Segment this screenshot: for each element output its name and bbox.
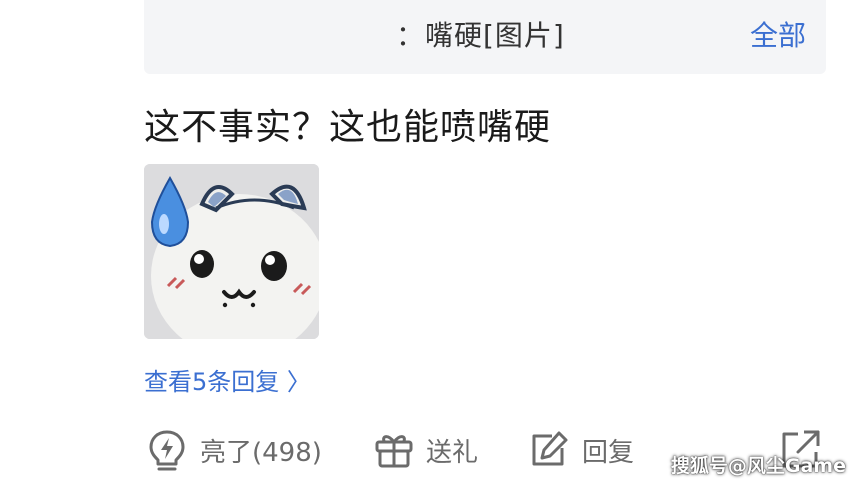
- like-button[interactable]: 亮了(498): [146, 426, 322, 474]
- lightbulb-icon: [146, 428, 188, 472]
- edit-icon: [528, 430, 570, 470]
- quoted-comment-text: ：嘴硬[图片]: [396, 19, 565, 52]
- hamster-sweat-sticker-icon: [144, 164, 319, 339]
- gift-label: 送礼: [426, 437, 479, 468]
- view-replies-link[interactable]: 查看5条回复 〉: [144, 362, 311, 397]
- reply-label: 回复: [582, 437, 635, 468]
- gift-button[interactable]: 送礼: [374, 426, 478, 474]
- watermark: 搜狐号@风尘Game: [670, 455, 846, 477]
- like-count-label: 亮了(498): [200, 437, 322, 468]
- view-all-link[interactable]: 全部: [750, 14, 806, 54]
- comment-text: 这不事实？这也能喷嘴硬: [144, 107, 552, 148]
- gift-icon: [374, 430, 414, 470]
- comment-image[interactable]: [144, 164, 319, 339]
- reply-button[interactable]: 回复: [528, 426, 634, 474]
- quoted-comment[interactable]: ：嘴硬[图片] 全部: [144, 0, 826, 74]
